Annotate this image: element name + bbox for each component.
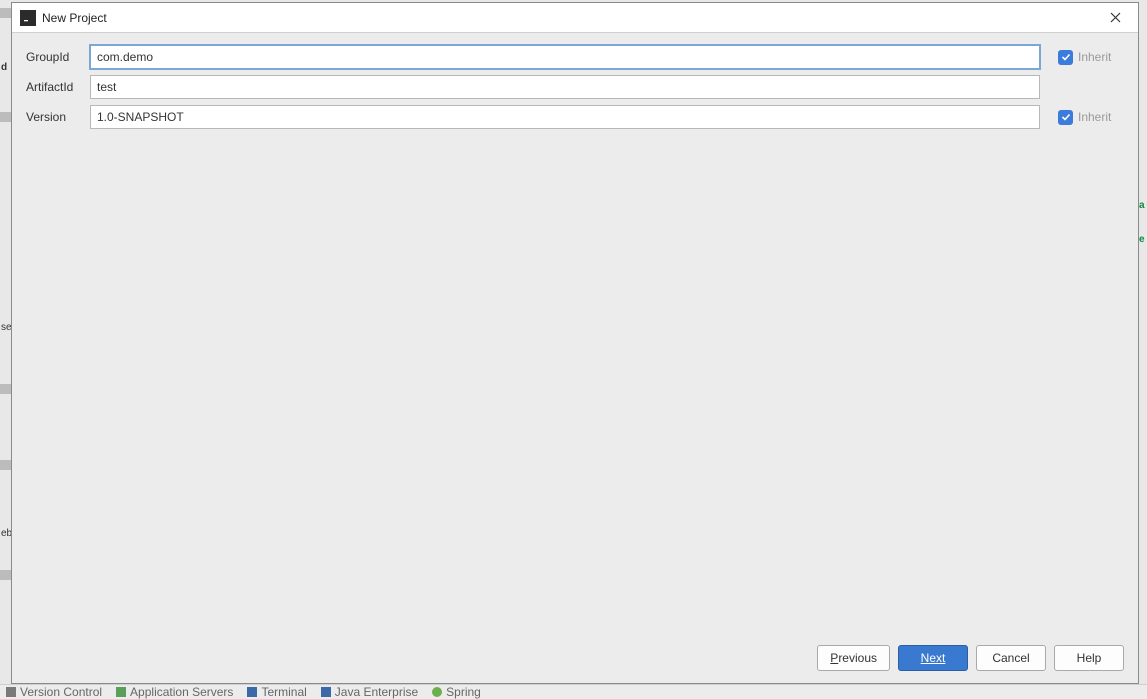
close-button[interactable]	[1100, 3, 1130, 33]
tab-app-servers[interactable]: Application Servers	[116, 685, 233, 699]
ide-left-gutter: d se eb	[0, 0, 11, 699]
right-edge-marks: a e	[1139, 200, 1147, 260]
titlebar: New Project	[12, 3, 1138, 33]
groupid-inherit: Inherit	[1058, 50, 1124, 65]
artifactid-input[interactable]	[90, 75, 1040, 99]
dialog-title: New Project	[42, 11, 1100, 25]
version-label: Version	[26, 110, 84, 124]
button-bar: Previous Next Cancel Help	[12, 637, 1138, 683]
content-spacer	[26, 135, 1124, 629]
groupid-row: GroupId Inherit	[26, 45, 1124, 69]
inherit-label: Inherit	[1078, 50, 1111, 64]
intellij-icon	[20, 10, 36, 26]
help-button[interactable]: Help	[1054, 645, 1124, 671]
gutter-mark: d	[1, 62, 7, 73]
tab-java-enterprise[interactable]: Java Enterprise	[321, 685, 418, 699]
new-project-dialog: New Project GroupId Inherit ArtifactId V…	[11, 2, 1139, 684]
groupid-label: GroupId	[26, 50, 84, 64]
next-button[interactable]: Next	[898, 645, 968, 671]
gutter-mark: se	[1, 322, 12, 333]
ide-bottom-toolbar: Version Control Application Servers Term…	[0, 684, 1147, 699]
cancel-button[interactable]: Cancel	[976, 645, 1046, 671]
dialog-content: GroupId Inherit ArtifactId Version	[12, 33, 1138, 637]
previous-button[interactable]: Previous	[817, 645, 890, 671]
tab-spring[interactable]: Spring	[432, 685, 481, 699]
version-inherit: Inherit	[1058, 110, 1124, 125]
groupid-inherit-checkbox[interactable]	[1058, 50, 1073, 65]
version-inherit-checkbox[interactable]	[1058, 110, 1073, 125]
close-icon	[1110, 12, 1121, 23]
previous-label-rest: revious	[838, 651, 877, 665]
artifactid-row: ArtifactId	[26, 75, 1124, 99]
groupid-input[interactable]	[90, 45, 1040, 69]
version-row: Version Inherit	[26, 105, 1124, 129]
check-icon	[1061, 112, 1071, 122]
inherit-label: Inherit	[1078, 110, 1111, 124]
check-icon	[1061, 52, 1071, 62]
version-input[interactable]	[90, 105, 1040, 129]
next-label: Next	[921, 651, 946, 665]
artifactid-label: ArtifactId	[26, 80, 84, 94]
tab-version-control[interactable]: Version Control	[6, 685, 102, 699]
tab-terminal[interactable]: Terminal	[247, 685, 306, 699]
